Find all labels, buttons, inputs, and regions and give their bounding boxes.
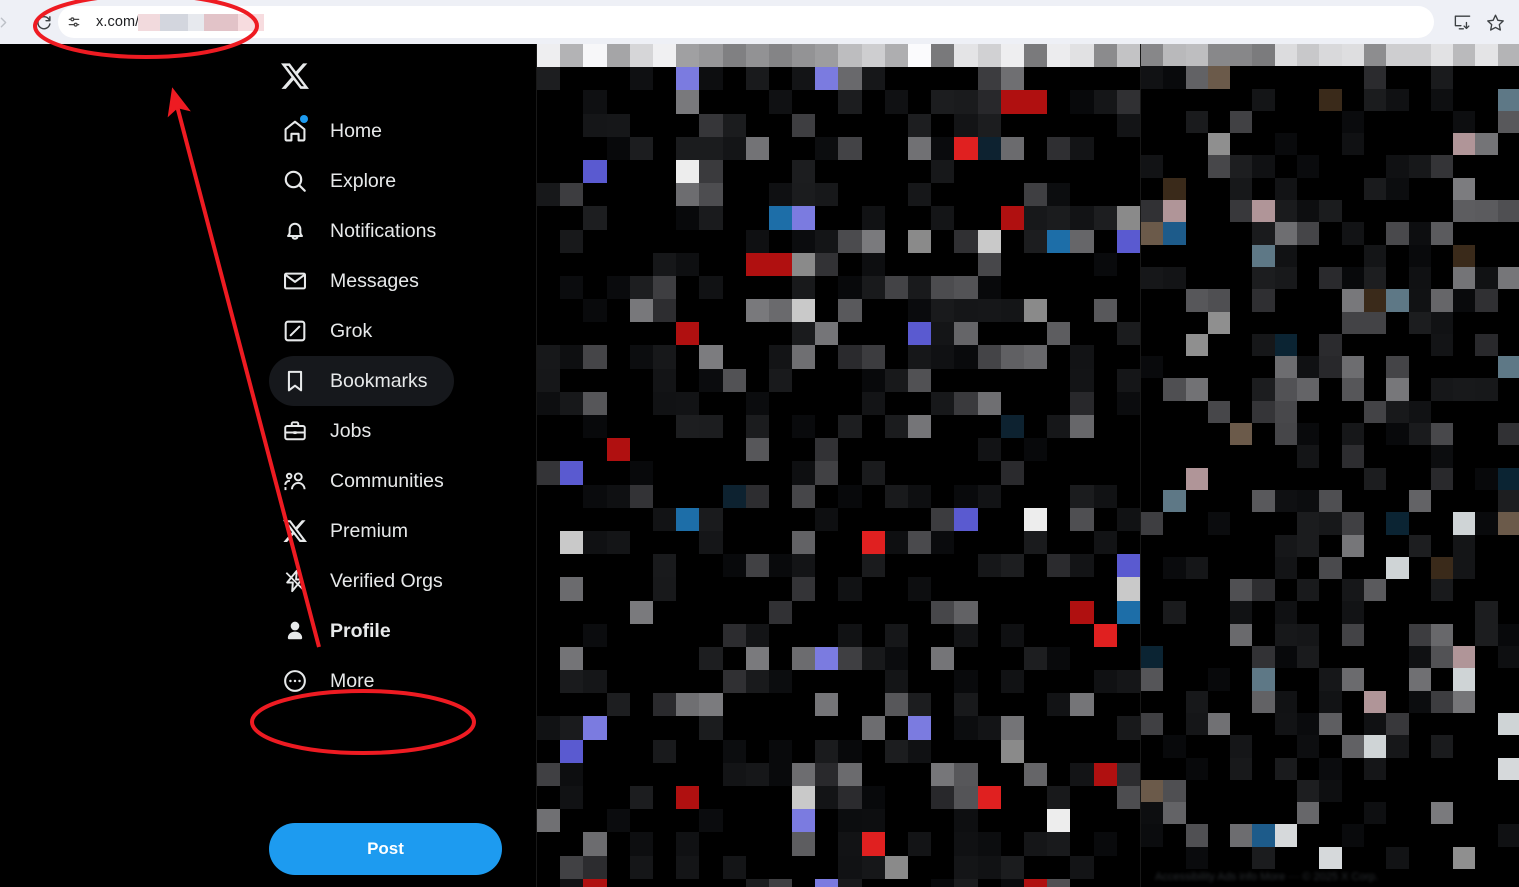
home-icon: [273, 109, 317, 153]
sidebar-item-notifications[interactable]: Notifications: [269, 206, 456, 256]
sidebar-item-label: Jobs: [330, 420, 372, 442]
sidebar-item-messages[interactable]: Messages: [269, 256, 439, 306]
address-bar[interactable]: x.com/: [58, 6, 1434, 38]
url-redacted-blocks: [138, 13, 265, 31]
nav-item-list: Home Explore Notifications Messages Grok Book…: [269, 106, 509, 706]
briefcase-icon: [273, 409, 317, 453]
column-divider-right: [1140, 44, 1141, 887]
url-text-container[interactable]: x.com/: [96, 13, 265, 31]
x-premium-icon: [273, 509, 317, 553]
post-button[interactable]: Post: [269, 823, 502, 875]
browser-toolbar: x.com/: [0, 0, 1519, 44]
sidebar-item-verified-orgs[interactable]: Verified Orgs: [269, 556, 463, 606]
url-text: x.com/: [96, 13, 140, 30]
bookmark-icon: [273, 359, 317, 403]
sidebar-item-label: Profile: [330, 620, 391, 642]
lightning-icon: [273, 559, 317, 603]
screenshot-root: x.com/ Accessibility Ads info More ··· ©…: [0, 0, 1519, 887]
sidebar-item-label: Home: [330, 120, 383, 142]
browser-nav-buttons: [0, 7, 58, 37]
sidebar-item-bookmarks[interactable]: Bookmarks: [269, 356, 454, 406]
sidebar-item-grok[interactable]: Grok: [269, 306, 392, 356]
search-icon: [273, 159, 317, 203]
person-icon: [273, 609, 317, 653]
communities-icon: [273, 459, 317, 503]
sidebar-item-label: Premium: [330, 520, 409, 542]
right-sidebar-blurred[interactable]: [1141, 44, 1519, 887]
sidebar-item-label: Bookmarks: [330, 370, 428, 392]
reload-icon[interactable]: [28, 7, 58, 37]
sidebar-item-jobs[interactable]: Jobs: [269, 406, 391, 456]
sidebar-item-more[interactable]: More: [269, 656, 394, 706]
primary-navigation: Home Explore Notifications Messages Grok Book…: [0, 44, 536, 887]
unread-badge-dot: [300, 115, 308, 123]
sidebar-item-premium[interactable]: Premium: [269, 506, 428, 556]
sidebar-item-home[interactable]: Home: [269, 106, 402, 156]
timeline-column-blurred[interactable]: [537, 44, 1140, 887]
sidebar-item-explore[interactable]: Explore: [269, 156, 416, 206]
sidebar-item-label: Messages: [330, 270, 419, 292]
sidebar-item-profile[interactable]: Profile: [269, 606, 411, 656]
install-app-icon[interactable]: [1453, 13, 1472, 32]
envelope-icon: [273, 259, 317, 303]
sidebar-item-label: Explore: [330, 170, 397, 192]
more-circle-icon: [273, 659, 317, 703]
site-settings-icon[interactable]: [60, 8, 88, 36]
bookmark-star-icon[interactable]: [1486, 13, 1505, 32]
bell-icon: [273, 209, 317, 253]
grok-icon: [273, 309, 317, 353]
sidebar-item-label: Communities: [330, 470, 444, 492]
footer-links-blurred[interactable]: Accessibility Ads info More ··· © 2025 X…: [1155, 871, 1505, 885]
column-divider-left: [536, 44, 537, 887]
sidebar-item-label: More: [330, 670, 375, 692]
x-web-app: Accessibility Ads info More ··· © 2025 X…: [0, 44, 1519, 887]
sidebar-item-label: Verified Orgs: [330, 570, 443, 592]
chrome-actions: [1453, 6, 1505, 38]
sidebar-item-label: Notifications: [330, 220, 437, 242]
sidebar-item-communities[interactable]: Communities: [269, 456, 464, 506]
forward-arrow-icon[interactable]: [0, 7, 14, 37]
x-logo-icon[interactable]: [273, 54, 317, 98]
sidebar-item-label: Grok: [330, 320, 373, 342]
